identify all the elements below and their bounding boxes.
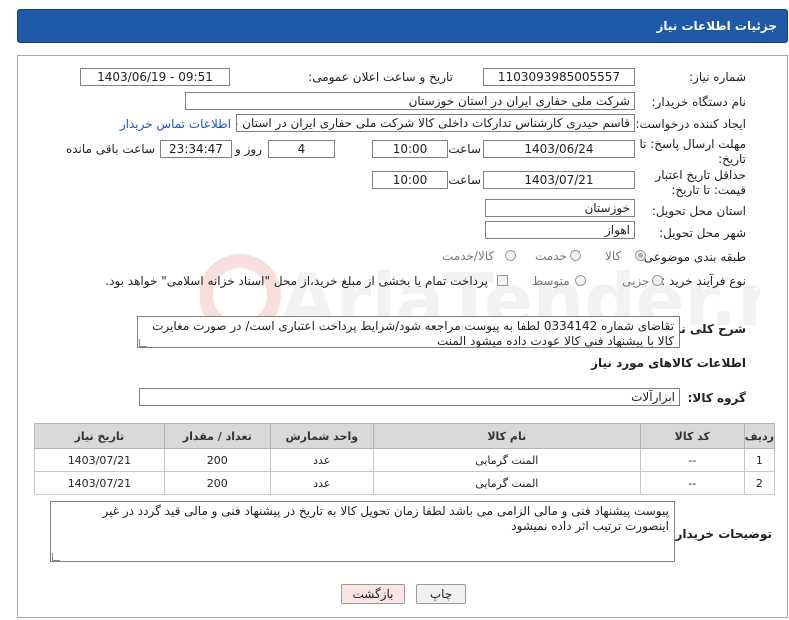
process-medium-label: متوسط bbox=[532, 274, 570, 288]
remaining-time-label: ساعت باقی مانده bbox=[65, 142, 155, 156]
summary-text: تقاضای شماره 0334142 لطفا به پیوست مراجع… bbox=[152, 319, 674, 348]
process-type-label: نوع فرآیند خرید : bbox=[661, 274, 746, 288]
process-medium-radio[interactable] bbox=[575, 275, 586, 286]
col-quantity: تعداد / مقدار bbox=[163, 423, 271, 449]
table-row: 2 -- المنت گرمایی عدد 200 1403/07/21 bbox=[34, 471, 776, 495]
cell-need-date: 1403/07/21 bbox=[34, 448, 165, 472]
reply-days-field[interactable]: 4 bbox=[268, 140, 335, 158]
cell-code: -- bbox=[639, 448, 745, 472]
category-goods-service-label: کالا/خدمت bbox=[442, 249, 495, 263]
col-name: نام کالا bbox=[372, 423, 641, 449]
requester-label: ایجاد کننده درخواست: bbox=[635, 117, 746, 131]
back-button[interactable]: بازگشت bbox=[341, 584, 405, 604]
price-validity-time[interactable]: 10:00 bbox=[372, 171, 448, 189]
price-validity-label: حداقل تاریخ اعتبار قیمت: تا تاریخ: bbox=[655, 168, 746, 197]
delivery-city-label: شهر محل تحویل: bbox=[659, 226, 746, 240]
table-row: 1 -- المنت گرمایی عدد 200 1403/07/21 bbox=[34, 448, 776, 472]
announce-datetime-field[interactable]: 1403/06/19 - 09:51 bbox=[80, 68, 230, 86]
need-number-label: شماره نیاز: bbox=[689, 70, 746, 84]
goods-table: ردیف کد کالا نام کالا واحد شمارش تعداد /… bbox=[34, 423, 776, 495]
category-service-radio[interactable] bbox=[570, 250, 581, 261]
treasury-payment-note: پرداخت تمام یا بخشی از مبلغ خرید،از محل … bbox=[105, 274, 488, 288]
cell-name: المنت گرمایی bbox=[372, 448, 641, 472]
cell-name: المنت گرمایی bbox=[372, 471, 641, 495]
category-goods-service-radio[interactable] bbox=[505, 250, 516, 261]
buyer-notes-resize-handle[interactable] bbox=[52, 553, 60, 561]
announce-datetime-label: تاریخ و ساعت اعلان عمومی: bbox=[308, 70, 453, 84]
price-validity-date[interactable]: 1403/07/21 bbox=[483, 171, 635, 189]
page-title: جزئیات اطلاعات نیاز bbox=[656, 19, 777, 33]
goods-group-field[interactable]: ابزارآلات bbox=[139, 388, 680, 406]
category-service-label: خدمت bbox=[535, 249, 567, 263]
buyer-contact-link[interactable]: اطلاعات تماس خریدار bbox=[120, 117, 231, 131]
category-goods-radio[interactable] bbox=[635, 250, 646, 261]
col-unit: واحد شمارش bbox=[269, 423, 374, 449]
print-button[interactable]: چاپ bbox=[416, 584, 466, 604]
delivery-province-label: استان محل تحویل: bbox=[651, 204, 746, 218]
process-partial-radio[interactable] bbox=[652, 275, 663, 286]
reply-deadline-date[interactable]: 1403/06/24 bbox=[483, 140, 635, 158]
col-need-date: تاریخ نیاز bbox=[34, 423, 165, 449]
goods-group-label: گروه کالا: bbox=[687, 391, 746, 405]
col-row: ردیف bbox=[743, 423, 776, 449]
cell-quantity: 200 bbox=[163, 471, 271, 495]
cell-row: 1 bbox=[743, 448, 776, 472]
reply-deadline-time[interactable]: 10:00 bbox=[372, 140, 448, 158]
category-goods-label: کالا bbox=[605, 249, 622, 263]
treasury-payment-checkbox[interactable] bbox=[497, 275, 508, 286]
reply-days-label: روز و bbox=[235, 142, 262, 156]
goods-section-title: اطلاعات کالاهای مورد نیاز bbox=[591, 356, 746, 370]
requester-field[interactable]: قاسم حیدری کارشناس تدارکات داخلی کالا شر… bbox=[236, 114, 635, 132]
cell-need-date: 1403/07/21 bbox=[34, 471, 165, 495]
cell-unit: عدد bbox=[269, 471, 374, 495]
reply-deadline-label: مهلت ارسال پاسخ: تا تاریخ: bbox=[639, 137, 746, 166]
price-validity-time-label: ساعت bbox=[448, 173, 481, 187]
buyer-org-label: نام دستگاه خریدار: bbox=[651, 95, 747, 109]
process-partial-label: جزیی bbox=[622, 274, 650, 288]
cell-unit: عدد bbox=[269, 448, 374, 472]
col-code: کد کالا bbox=[639, 423, 745, 449]
category-label: طبقه بندی موضوعی: bbox=[639, 250, 746, 264]
delivery-city-field[interactable]: اهواز bbox=[485, 221, 635, 239]
cell-quantity: 200 bbox=[163, 448, 271, 472]
goods-table-header: ردیف کد کالا نام کالا واحد شمارش تعداد /… bbox=[34, 423, 776, 449]
remaining-time-field[interactable]: 23:34:47 bbox=[160, 140, 232, 158]
buyer-notes-text: پیوست پیشنهاد فنی و مالی الزامی می باشد … bbox=[102, 504, 669, 533]
cell-row: 2 bbox=[743, 471, 776, 495]
summary-resize-handle[interactable] bbox=[139, 339, 147, 347]
reply-deadline-time-label: ساعت bbox=[448, 142, 481, 156]
delivery-province-field[interactable]: خوزستان bbox=[485, 199, 635, 217]
page-header: جزئیات اطلاعات نیاز bbox=[17, 9, 788, 43]
need-number-field[interactable]: 1103093985005557 bbox=[483, 68, 635, 86]
buyer-org-field[interactable]: شرکت ملی حفاری ایران در استان خوزستان bbox=[185, 92, 635, 110]
cell-code: -- bbox=[639, 471, 745, 495]
buyer-notes-label: توضیحات خریدار: bbox=[670, 527, 772, 541]
buyer-notes-textarea[interactable]: پیوست پیشنهاد فنی و مالی الزامی می باشد … bbox=[50, 501, 675, 562]
summary-textarea[interactable]: تقاضای شماره 0334142 لطفا به پیوست مراجع… bbox=[137, 316, 680, 348]
